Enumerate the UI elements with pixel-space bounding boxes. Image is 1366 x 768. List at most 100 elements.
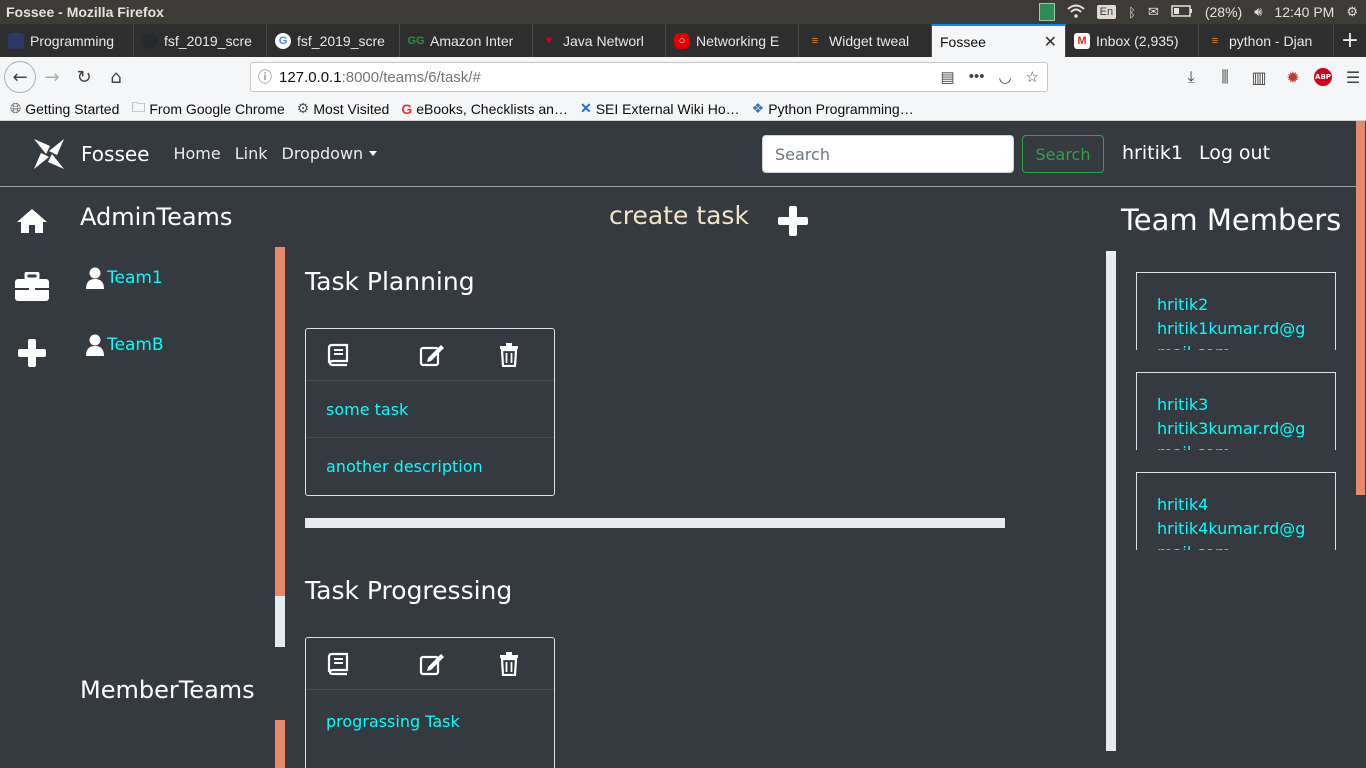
browser-tab[interactable]: ▼ Java Networl [533,24,666,57]
mail-icon[interactable]: ✉ [1148,4,1159,20]
sidebar-toggle-icon[interactable]: ▥ [1246,61,1272,93]
back-arrow-icon[interactable]: ← [4,61,36,93]
member-name[interactable]: hritik3 [1157,393,1315,417]
book-icon[interactable] [326,343,350,367]
google-favicon-icon: G [275,32,291,49]
browser-tab[interactable]: Programming [0,24,134,57]
bookmark-item[interactable]: ❖ Python Programming… [752,100,914,117]
g-icon: G [401,100,413,117]
bookmark-item[interactable]: 🌐︎ Getting Started [10,100,119,117]
browser-tab[interactable]: ≡ Widget tweal [799,24,932,57]
bookmark-folder[interactable]: 🗀 From Google Chrome [131,97,284,121]
bookmark-folder[interactable]: ⚙ Most Visited [297,100,390,117]
bookmark-label: From Google Chrome [149,100,285,117]
member-email[interactable]: hritik4kumar.rd@gmail.com [1157,517,1315,550]
team-name: Team1 [107,268,163,288]
vivaldi-favicon-icon: ▼ [543,34,555,47]
member-teams-scrollbar-thumb[interactable] [275,720,285,768]
os-top-bar: Fossee - Mozilla Firefox En ᛒ ✉ (28%) 🔊︎… [0,0,1366,24]
library-icon[interactable]: ⫼ [1212,61,1238,93]
browser-tab-strip: Programming fsf_2019_scre G fsf_2019_scr… [0,24,1366,57]
edit-icon[interactable] [419,343,445,367]
member-email[interactable]: hritik3kumar.rd@gmail.com [1157,417,1315,450]
site-info-icon[interactable]: ⓘ [251,67,279,87]
team-link[interactable]: Team1 [85,267,163,289]
plus-icon[interactable] [14,335,50,371]
keyboard-layout-indicator[interactable]: En [1096,5,1117,19]
bookmark-star-icon[interactable]: ☆ [1026,68,1039,86]
downloads-icon[interactable]: ⤓ [1178,61,1204,93]
url-path: :8000/teams/6/task/# [341,68,481,86]
admin-teams-scrollbar-track[interactable] [275,596,285,647]
page-scrollbar-thumb[interactable] [1356,121,1365,495]
forward-arrow-icon[interactable]: → [36,61,68,93]
search-button[interactable]: Search [1022,135,1104,173]
tray-app-icon[interactable] [1038,3,1055,21]
clock[interactable]: 12:40 PM [1274,4,1334,20]
tab-label: python - Djan [1229,32,1313,49]
trash-icon[interactable] [499,652,519,676]
nav-dropdown[interactable]: Dropdown [282,144,378,163]
tab-label: Amazon Inter [430,32,514,49]
web-page: Fossee Home Link Dropdown Search hritik1… [0,121,1366,768]
search-input[interactable] [762,135,1014,173]
nav-home-link[interactable]: Home [173,144,220,163]
tab-label: Programming [30,32,115,49]
task-link[interactable]: prograssing Task [306,690,554,752]
url-bar[interactable]: ⓘ 127.0.0.1 :8000/teams/6/task/# ▤ ••• ◡… [250,62,1048,92]
battery-icon[interactable] [1171,4,1193,20]
home-icon[interactable]: ⌂ [100,61,132,93]
username-link[interactable]: hritik1 [1122,142,1183,164]
page-actions-icon[interactable]: ••• [969,68,985,86]
nav-links: Home Link Dropdown [173,144,378,163]
browser-tab[interactable]: ○ Networking E [666,24,799,57]
member-name[interactable]: hritik2 [1157,293,1315,317]
member-name[interactable]: hritik4 [1157,493,1315,517]
tab-close-icon[interactable]: ✕ [1044,32,1057,52]
browser-tab[interactable]: ≡ python - Djan [1199,24,1334,57]
pocket-icon[interactable]: ◡ [998,68,1011,86]
hamburger-menu-icon[interactable]: ☰ [1340,61,1366,93]
logout-link[interactable]: Log out [1199,142,1270,164]
team-name: TeamB [107,335,164,355]
task-link[interactable]: another description [306,438,554,495]
extension-icon[interactable]: ✹ [1280,61,1306,93]
edit-icon[interactable] [419,652,445,676]
new-tab-button[interactable]: + [1334,24,1366,57]
bookmark-item[interactable]: GeBooks, Checklists an… [401,101,568,117]
brand[interactable]: Fossee [32,137,149,171]
volume-icon[interactable]: 🔊︎ [1254,4,1262,20]
team-link[interactable]: TeamB [85,334,164,356]
settings-gear-icon[interactable]: ⚙ [1346,4,1358,20]
tab-label: Widget tweal [829,32,910,49]
book-icon[interactable] [326,652,350,676]
brand-name: Fossee [81,141,150,166]
wifi-icon[interactable] [1066,4,1085,21]
admin-teams-scrollbar-thumb[interactable] [275,247,285,596]
geeksforgeeks-favicon-icon: GG [407,34,425,47]
browser-tab-active[interactable]: Fossee ✕ [932,24,1066,57]
python-icon: ❖ [751,100,765,116]
briefcase-icon[interactable] [14,269,50,305]
adblock-plus-icon[interactable]: ABP [1314,68,1332,86]
tab-label: Fossee [940,33,986,50]
task-link[interactable]: some task [306,381,554,438]
fossee-logo-icon [34,138,64,169]
browser-tab[interactable]: M Inbox (2,935) [1066,24,1199,57]
browser-tab[interactable]: GG Amazon Inter [400,24,533,57]
home-icon[interactable] [14,203,50,239]
task-card: some task another description [305,328,555,496]
folder-icon: 🗀 [131,98,146,115]
reload-icon[interactable]: ↻ [68,61,100,93]
browser-tab[interactable]: G fsf_2019_scre [267,24,400,57]
create-task-plus-icon[interactable] [778,206,808,236]
bluetooth-icon[interactable]: ᛒ [1128,5,1136,20]
trash-icon[interactable] [499,343,519,367]
bookmark-item[interactable]: ✕ SEI External Wiki Ho… [580,100,740,117]
browser-tab[interactable]: fsf_2019_scre [134,24,267,57]
create-task-link[interactable]: create task [609,201,749,230]
member-email[interactable]: hritik1kumar.rd@gmail.com [1157,317,1315,350]
reader-view-icon[interactable]: ▤ [941,68,955,86]
nav-link[interactable]: Link [235,144,268,163]
member-teams-title: MemberTeams [80,676,255,704]
